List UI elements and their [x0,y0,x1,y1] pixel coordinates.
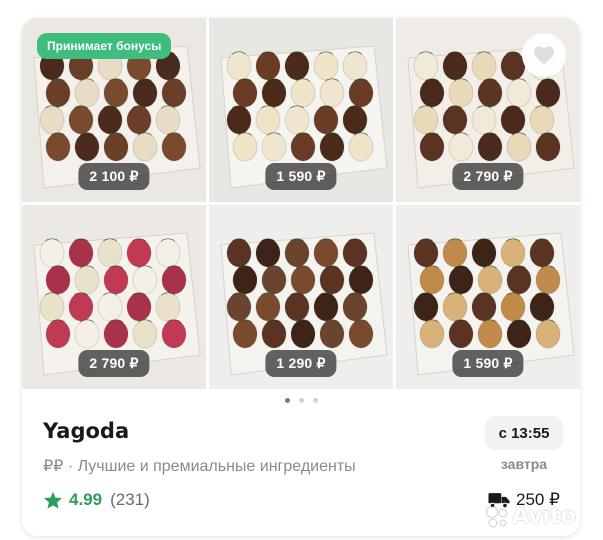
product-card[interactable]: 2 100 ₽ 1 590 ₽ 2 790 ₽ 2 790 ₽ 1 290 ₽ 1 590… [22,18,580,536]
delivery-day: завтра [500,456,548,472]
watermark-text: Avito [512,504,576,529]
rating: 4.99 (231) [43,490,150,510]
photo-gallery[interactable]: 2 100 ₽ 1 590 ₽ 2 790 ₽ 2 790 ₽ 1 290 ₽ 1 590… [22,18,580,389]
gallery-photo[interactable]: 2 790 ₽ [22,205,206,389]
pagination-dot[interactable] [312,398,318,403]
separator: · [67,458,78,475]
star-icon [44,491,62,509]
photo-price-chip: 1 590 ₽ [452,350,524,377]
avito-watermark: Avito [484,500,594,534]
store-description: ₽₽ · Лучшие и премиальные ингредиенты [43,456,356,476]
photo-price-chip: 1 290 ₽ [265,350,337,377]
pagination-dot[interactable] [284,398,290,403]
favorite-button[interactable] [522,33,566,77]
gallery-pagination [22,398,580,406]
store-name[interactable]: Yagoda [43,419,129,443]
gallery-photo[interactable]: 1 290 ₽ [209,205,393,389]
price-level: ₽₽ [43,458,64,475]
delivery-time-chip: с 13:55 [485,416,563,450]
gallery-photo[interactable]: 1 590 ₽ [209,18,393,202]
heart-icon [534,46,554,65]
avito-logo-icon [486,506,508,528]
photo-price-chip: 2 790 ₽ [78,350,150,377]
description-text: Лучшие и премиальные ингредиенты [77,458,356,475]
photo-price-chip: 2 100 ₽ [78,163,150,190]
gallery-photo[interactable]: 1 590 ₽ [396,205,580,389]
photo-price-chip: 1 590 ₽ [265,163,337,190]
pagination-dot[interactable] [298,398,304,403]
bonus-badge: Принимает бонусы [37,33,172,59]
rating-value: 4.99 [69,490,103,509]
photo-price-chip: 2 790 ₽ [452,163,524,190]
reviews-count[interactable]: (231) [110,490,150,510]
